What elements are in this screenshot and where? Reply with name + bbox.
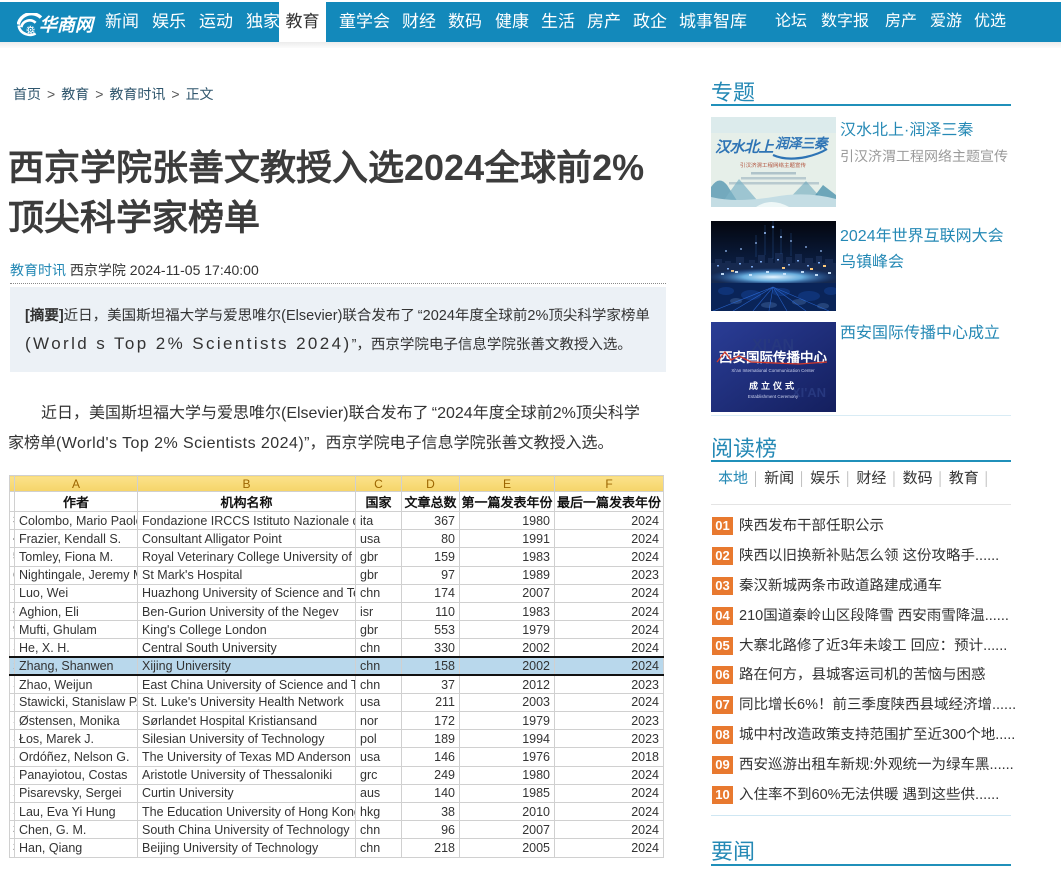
svg-text:引汉济渭工程网络主题宣传: 引汉济渭工程网络主题宣传	[740, 162, 807, 169]
svg-text:Xi'an International Communicat: Xi'an International Communication Center	[731, 368, 815, 373]
svg-text:润泽三秦: 润泽三秦	[775, 136, 830, 151]
svg-text:汉水北上: 汉水北上	[715, 139, 775, 156]
svg-text:成立仪式: 成立仪式	[749, 381, 797, 391]
svg-text:Establishment Ceremony: Establishment Ceremony	[748, 394, 799, 399]
